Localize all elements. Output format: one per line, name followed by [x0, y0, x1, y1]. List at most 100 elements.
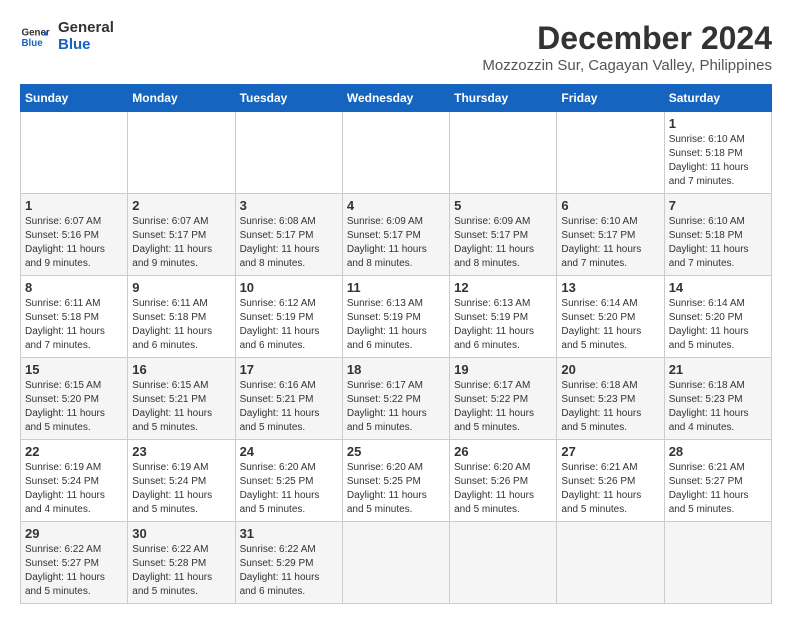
title-section: December 2024 Mozzozzin Sur, Cagayan Val… — [482, 20, 772, 74]
day-number: 8 — [25, 280, 123, 295]
day-info: Sunrise: 6:13 AMSunset: 5:19 PMDaylight:… — [347, 297, 445, 353]
day-info: Sunrise: 6:09 AMSunset: 5:17 PMDaylight:… — [454, 215, 552, 271]
calendar-cell: 21 Sunrise: 6:18 AMSunset: 5:23 PMDayligh… — [664, 358, 771, 440]
day-number: 9 — [132, 280, 230, 295]
day-number: 6 — [561, 198, 659, 213]
day-info: Sunrise: 6:15 AMSunset: 5:21 PMDaylight:… — [132, 379, 230, 435]
calendar-cell: 22 Sunrise: 6:19 AMSunset: 5:24 PMDayligh… — [21, 440, 128, 522]
calendar-cell: 18 Sunrise: 6:17 AMSunset: 5:22 PMDayligh… — [342, 358, 449, 440]
day-number: 5 — [454, 198, 552, 213]
calendar-cell: 2 Sunrise: 6:07 AMSunset: 5:17 PMDaylight… — [128, 194, 235, 276]
day-header-saturday: Saturday — [664, 85, 771, 112]
day-info: Sunrise: 6:07 AMSunset: 5:16 PMDaylight:… — [25, 215, 123, 271]
day-info: Sunrise: 6:10 AMSunset: 5:17 PMDaylight:… — [561, 215, 659, 271]
day-number: 28 — [669, 444, 767, 459]
day-info: Sunrise: 6:16 AMSunset: 5:21 PMDaylight:… — [240, 379, 338, 435]
header: General Blue General Blue December 2024 … — [20, 20, 772, 74]
day-info: Sunrise: 6:10 AMSunset: 5:18 PMDaylight:… — [669, 133, 767, 189]
day-number: 1 — [669, 116, 767, 131]
subtitle: Mozzozzin Sur, Cagayan Valley, Philippin… — [482, 57, 772, 74]
calendar-cell: 17Sunrise: 6:16 AMSunset: 5:21 PMDayligh… — [235, 358, 342, 440]
day-number: 18 — [347, 362, 445, 377]
day-info: Sunrise: 6:20 AMSunset: 5:25 PMDaylight:… — [347, 461, 445, 517]
day-info: Sunrise: 6:17 AMSunset: 5:22 PMDaylight:… — [454, 379, 552, 435]
calendar-cell: 8 Sunrise: 6:11 AMSunset: 5:18 PMDaylight… — [21, 276, 128, 358]
calendar-cell — [342, 522, 449, 604]
calendar-cell: 14 Sunrise: 6:14 AMSunset: 5:20 PMDayligh… — [664, 276, 771, 358]
day-info: Sunrise: 6:14 AMSunset: 5:20 PMDaylight:… — [669, 297, 767, 353]
calendar-cell — [21, 112, 128, 194]
calendar-cell: 24 Sunrise: 6:20 AMSunset: 5:25 PMDayligh… — [235, 440, 342, 522]
day-header-friday: Friday — [557, 85, 664, 112]
day-info: Sunrise: 6:10 AMSunset: 5:18 PMDaylight:… — [669, 215, 767, 271]
day-info: Sunrise: 6:17 AMSunset: 5:22 PMDaylight:… — [347, 379, 445, 435]
day-header-tuesday: Tuesday — [235, 85, 342, 112]
day-info: Sunrise: 6:18 AMSunset: 5:23 PMDaylight:… — [669, 379, 767, 435]
logo: General Blue General Blue — [20, 20, 114, 53]
day-header-sunday: Sunday — [21, 85, 128, 112]
day-number: 15 — [25, 362, 123, 377]
day-info: Sunrise: 6:11 AMSunset: 5:18 PMDaylight:… — [132, 297, 230, 353]
calendar-cell: 1 Sunrise: 6:07 AMSunset: 5:16 PMDaylight… — [21, 194, 128, 276]
calendar-cell: 30 Sunrise: 6:22 AMSunset: 5:28 PMDayligh… — [128, 522, 235, 604]
calendar-cell: 13 Sunrise: 6:14 AMSunset: 5:20 PMDayligh… — [557, 276, 664, 358]
svg-text:Blue: Blue — [22, 38, 44, 49]
day-info: Sunrise: 6:20 AMSunset: 5:25 PMDaylight:… — [240, 461, 338, 517]
day-info: Sunrise: 6:13 AMSunset: 5:19 PMDaylight:… — [454, 297, 552, 353]
day-number: 27 — [561, 444, 659, 459]
calendar-cell: 28 Sunrise: 6:21 AMSunset: 5:27 PMDayligh… — [664, 440, 771, 522]
day-number: 30 — [132, 526, 230, 541]
day-info: Sunrise: 6:19 AMSunset: 5:24 PMDaylight:… — [25, 461, 123, 517]
day-number: 22 — [25, 444, 123, 459]
logo-icon: General Blue — [20, 22, 50, 52]
day-info: Sunrise: 6:14 AMSunset: 5:20 PMDaylight:… — [561, 297, 659, 353]
day-number: 12 — [454, 280, 552, 295]
day-number: 26 — [454, 444, 552, 459]
day-number: 1 — [25, 198, 123, 213]
day-number: 31 — [240, 526, 338, 541]
calendar-cell — [450, 112, 557, 194]
calendar-cell: 10Sunrise: 6:12 AMSunset: 5:19 PMDayligh… — [235, 276, 342, 358]
calendar-cell — [235, 112, 342, 194]
day-number: 25 — [347, 444, 445, 459]
day-info: Sunrise: 6:22 AMSunset: 5:29 PMDaylight:… — [240, 543, 338, 599]
day-number: 14 — [669, 280, 767, 295]
calendar-cell: 9 Sunrise: 6:11 AMSunset: 5:18 PMDaylight… — [128, 276, 235, 358]
calendar-cell: 16 Sunrise: 6:15 AMSunset: 5:21 PMDayligh… — [128, 358, 235, 440]
day-number: 2 — [132, 198, 230, 213]
day-number: 13 — [561, 280, 659, 295]
calendar-table: SundayMondayTuesdayWednesdayThursdayFrid… — [20, 84, 772, 604]
calendar-cell: 31 Sunrise: 6:22 AMSunset: 5:29 PMDayligh… — [235, 522, 342, 604]
day-number: 24 — [240, 444, 338, 459]
day-info: Sunrise: 6:07 AMSunset: 5:17 PMDaylight:… — [132, 215, 230, 271]
calendar-cell — [664, 522, 771, 604]
logo-general: General — [58, 20, 114, 37]
day-info: Sunrise: 6:11 AMSunset: 5:18 PMDaylight:… — [25, 297, 123, 353]
calendar-cell: 6 Sunrise: 6:10 AMSunset: 5:17 PMDaylight… — [557, 194, 664, 276]
calendar-cell: 15Sunrise: 6:15 AMSunset: 5:20 PMDayligh… — [21, 358, 128, 440]
day-info: Sunrise: 6:20 AMSunset: 5:26 PMDaylight:… — [454, 461, 552, 517]
day-number: 16 — [132, 362, 230, 377]
calendar-cell: 5 Sunrise: 6:09 AMSunset: 5:17 PMDaylight… — [450, 194, 557, 276]
day-info: Sunrise: 6:21 AMSunset: 5:26 PMDaylight:… — [561, 461, 659, 517]
day-info: Sunrise: 6:21 AMSunset: 5:27 PMDaylight:… — [669, 461, 767, 517]
day-info: Sunrise: 6:22 AMSunset: 5:27 PMDaylight:… — [25, 543, 123, 599]
day-number: 21 — [669, 362, 767, 377]
calendar-cell: 4Sunrise: 6:09 AMSunset: 5:17 PMDaylight… — [342, 194, 449, 276]
calendar-cell: 23Sunrise: 6:19 AMSunset: 5:24 PMDayligh… — [128, 440, 235, 522]
day-number: 19 — [454, 362, 552, 377]
calendar-cell: 20Sunrise: 6:18 AMSunset: 5:23 PMDayligh… — [557, 358, 664, 440]
header-row: SundayMondayTuesdayWednesdayThursdayFrid… — [21, 85, 772, 112]
calendar-cell — [557, 522, 664, 604]
day-number: 7 — [669, 198, 767, 213]
calendar-cell: 27 Sunrise: 6:21 AMSunset: 5:26 PMDayligh… — [557, 440, 664, 522]
logo-blue: Blue — [58, 37, 114, 54]
day-number: 11 — [347, 280, 445, 295]
day-number: 10 — [240, 280, 338, 295]
calendar-week-5: 29Sunrise: 6:22 AMSunset: 5:27 PMDayligh… — [21, 522, 772, 604]
calendar-cell: 29Sunrise: 6:22 AMSunset: 5:27 PMDayligh… — [21, 522, 128, 604]
calendar-week-4: 22 Sunrise: 6:19 AMSunset: 5:24 PMDayligh… — [21, 440, 772, 522]
day-info: Sunrise: 6:08 AMSunset: 5:17 PMDaylight:… — [240, 215, 338, 271]
calendar-cell — [450, 522, 557, 604]
day-info: Sunrise: 6:22 AMSunset: 5:28 PMDaylight:… — [132, 543, 230, 599]
